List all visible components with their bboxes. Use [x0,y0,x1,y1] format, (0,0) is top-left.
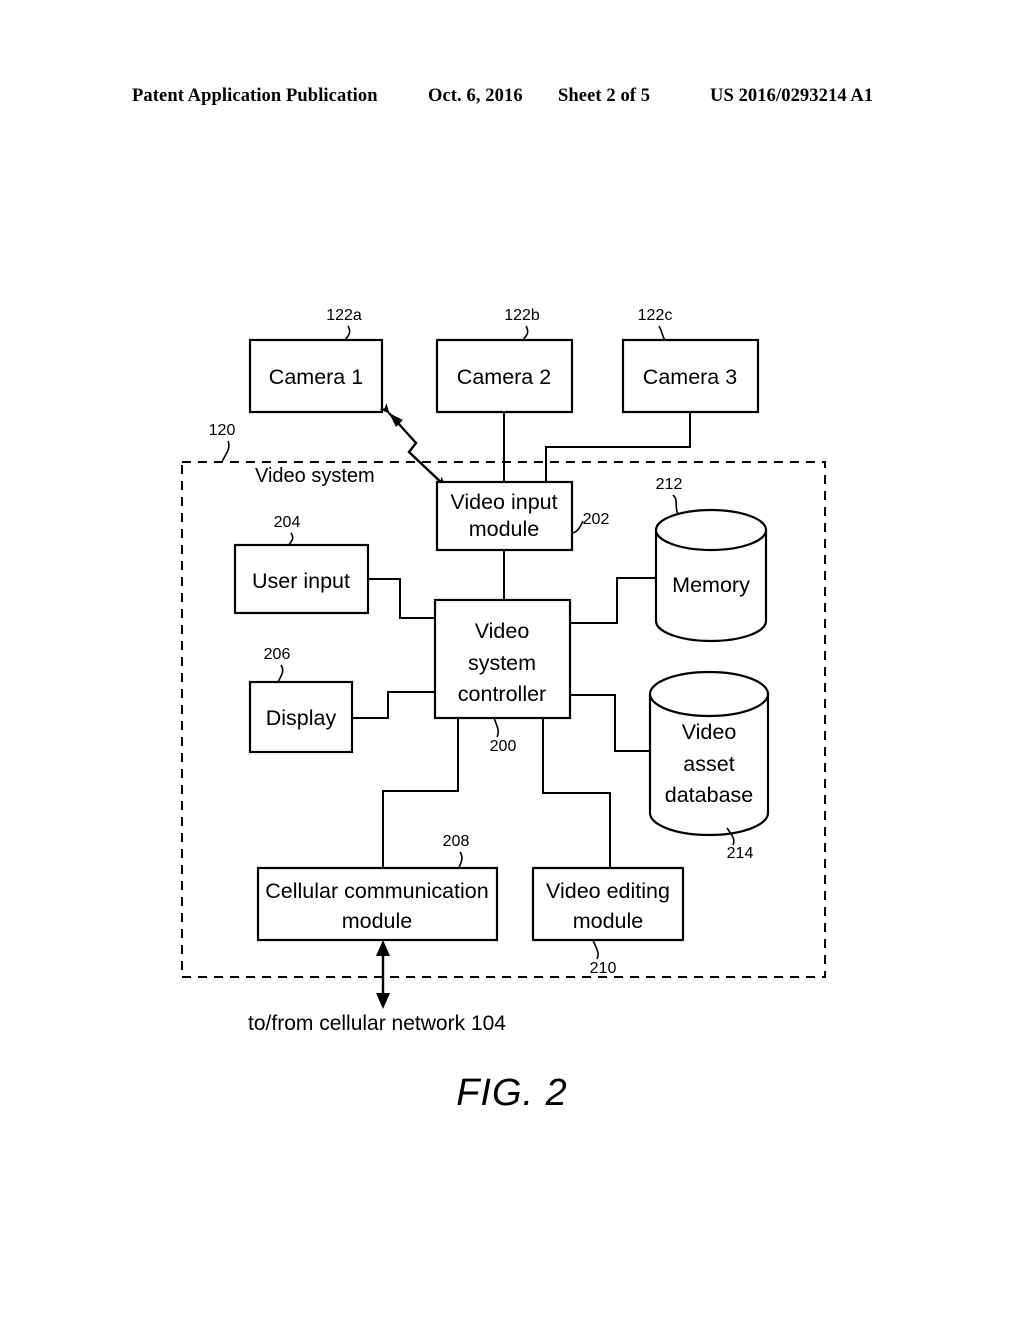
video-editing-label-line2: module [573,909,644,933]
camera-1-label: Camera 1 [269,365,363,389]
ref-206-leader [277,664,284,683]
controller-label-line3: controller [458,682,546,706]
cellular-module-label-line2: module [342,909,413,933]
video-asset-db-label-line3: database [665,783,753,807]
ref-120: 120 [209,422,236,439]
ref-122c: 122c [638,307,673,324]
cellular-link-arrowhead-up [376,940,390,956]
user-input-to-controller-link [368,578,435,619]
video-system-label: Video system [255,465,375,487]
ref-122b: 122b [504,307,540,324]
display-to-controller-link [352,691,435,719]
cellular-link-arrowhead-down [376,993,390,1009]
ref-122a-leader [344,325,351,341]
ref-202-leader [571,520,584,534]
camera-3-label: Camera 3 [643,365,737,389]
figure-caption: FIG. 2 [456,1072,568,1114]
user-input-label: User input [252,569,350,593]
ref-212: 212 [656,476,683,493]
ref-120-leader [221,440,230,463]
ref-204: 204 [274,514,301,531]
ref-210-leader [592,939,599,960]
camera-3-to-video-input-link [545,412,691,482]
video-editing-label-line1: Video editing [546,879,670,903]
video-input-module-label-line2: module [469,517,540,541]
ref-122b-leader [522,325,529,341]
ref-214: 214 [727,845,754,862]
ref-212-leader [672,494,679,515]
ref-208: 208 [443,833,470,850]
controller-to-memory-link [570,577,656,624]
figure-drawing: 120 Video system Camera 1 122a Camera 2 … [0,0,1024,1320]
video-asset-db-label-line1: Video [682,720,737,744]
ref-122c-leader [658,325,666,341]
controller-to-video-editing-link [542,718,611,868]
ref-122a: 122a [326,307,362,324]
ref-210: 210 [590,960,617,977]
cellular-network-label: to/from cellular network 104 [248,1012,506,1035]
ref-204-leader [288,532,294,546]
controller-label-line1: Video [475,619,530,643]
ref-208-leader [458,851,463,869]
ref-206: 206 [264,646,291,663]
controller-to-video-asset-db-link [570,694,650,752]
video-input-module-label-line1: Video input [450,490,557,514]
display-label: Display [266,706,337,730]
cellular-module-label-line1: Cellular communication [265,879,488,903]
controller-label-line2: system [468,651,536,675]
ref-200: 200 [490,738,517,755]
memory-label: Memory [672,573,750,597]
video-asset-db-label-line2: asset [683,752,734,776]
camera-2-label: Camera 2 [457,365,551,389]
ref-202: 202 [583,511,610,528]
ref-200-leader [493,717,500,738]
